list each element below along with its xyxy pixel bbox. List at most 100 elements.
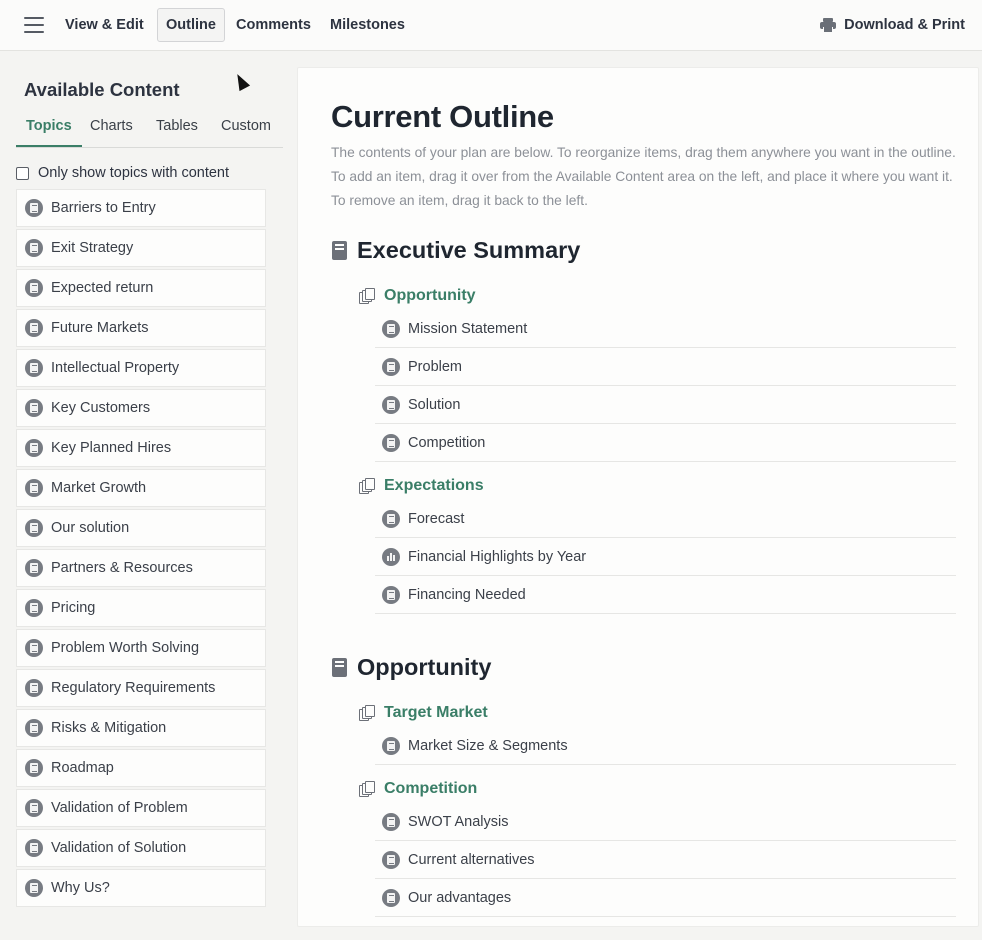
outline-item-label: Forecast bbox=[408, 510, 465, 527]
outline-item[interactable]: Mission Statement bbox=[375, 310, 956, 348]
topic-list: Barriers to Entry Exit Strategy Expected r… bbox=[16, 189, 266, 909]
subsection-title-label: Competition bbox=[384, 780, 478, 797]
outline-item[interactable]: Market Size & Segments bbox=[375, 727, 956, 765]
topic-label: Barriers to Entry bbox=[51, 200, 156, 216]
top-navigation-bar: View & Edit Outline Comments Milestones … bbox=[0, 0, 982, 51]
topic-item[interactable]: Future Markets bbox=[16, 309, 266, 347]
document-icon bbox=[25, 439, 43, 457]
outline-item[interactable]: SWOT Analysis bbox=[375, 803, 956, 841]
outline-section-title[interactable]: Executive Summary bbox=[332, 237, 580, 264]
outline-subsection-title[interactable]: Expectations bbox=[359, 477, 484, 495]
outline-item-label: Financial Highlights by Year bbox=[408, 548, 587, 565]
outline-item[interactable]: Financing Needed bbox=[375, 576, 956, 614]
document-icon bbox=[25, 639, 43, 657]
tab-outline[interactable]: Outline bbox=[157, 8, 225, 42]
topic-item[interactable]: Intellectual Property bbox=[16, 349, 266, 387]
topic-label: Key Planned Hires bbox=[51, 440, 172, 456]
topic-label: Our solution bbox=[51, 520, 130, 536]
outline-item-label: Our advantages bbox=[408, 889, 512, 906]
current-outline-card: Current Outline The contents of your pla… bbox=[297, 67, 979, 927]
outline-subsection-title[interactable]: Target Market bbox=[359, 704, 488, 722]
outline-subsection-title[interactable]: Competition bbox=[359, 780, 477, 798]
document-icon bbox=[25, 679, 43, 697]
topic-item[interactable]: Validation of Problem bbox=[16, 789, 266, 827]
book-icon bbox=[332, 658, 347, 677]
topic-item[interactable]: Expected return bbox=[16, 269, 266, 307]
tab-tables[interactable]: Tables bbox=[156, 118, 198, 147]
topic-item[interactable]: Risks & Mitigation bbox=[16, 709, 266, 747]
topic-item[interactable]: Key Planned Hires bbox=[16, 429, 266, 467]
only-with-content-checkbox[interactable] bbox=[16, 166, 29, 180]
topic-item[interactable]: Barriers to Entry bbox=[16, 189, 266, 227]
topic-item[interactable]: Problem Worth Solving bbox=[16, 629, 266, 667]
document-icon bbox=[382, 736, 400, 755]
outline-item[interactable]: Our advantages bbox=[375, 879, 956, 917]
download-print-button[interactable]: Download & Print bbox=[820, 8, 965, 42]
topic-label: Problem Worth Solving bbox=[51, 640, 200, 656]
tab-topics[interactable]: Topics bbox=[16, 118, 82, 147]
document-icon bbox=[25, 519, 43, 537]
content-type-tabs: Topics Charts Tables Custom bbox=[16, 114, 283, 148]
document-icon bbox=[382, 888, 400, 907]
topic-item[interactable]: Roadmap bbox=[16, 749, 266, 787]
tab-view-edit[interactable]: View & Edit bbox=[57, 8, 152, 42]
topic-item[interactable]: Market Growth bbox=[16, 469, 266, 507]
topic-item[interactable]: Exit Strategy bbox=[16, 229, 266, 267]
outline-item-label: Solution bbox=[408, 396, 461, 413]
topic-label: Partners & Resources bbox=[51, 560, 193, 576]
outline-section-title[interactable]: Opportunity bbox=[332, 654, 491, 681]
document-icon bbox=[25, 479, 43, 497]
outline-item[interactable]: Problem bbox=[375, 348, 956, 386]
topic-label: Exit Strategy bbox=[51, 240, 134, 256]
document-icon bbox=[25, 399, 43, 417]
document-icon bbox=[382, 395, 400, 414]
topic-item[interactable]: Pricing bbox=[16, 589, 266, 627]
outline-subsection-title[interactable]: Opportunity bbox=[359, 287, 476, 305]
section-title-label: Opportunity bbox=[357, 654, 492, 680]
topic-label: Expected return bbox=[51, 280, 154, 296]
outline-item-label: Current alternatives bbox=[408, 851, 535, 868]
available-content-panel: Available Content Topics Charts Tables C… bbox=[0, 52, 290, 940]
document-icon bbox=[25, 319, 43, 337]
outline-item[interactable]: Solution bbox=[375, 386, 956, 424]
menu-icon[interactable] bbox=[24, 17, 44, 33]
outline-item[interactable]: Forecast bbox=[375, 500, 956, 538]
only-with-content-filter[interactable]: Only show topics with content bbox=[16, 165, 229, 181]
outline-item[interactable]: Competition bbox=[375, 424, 956, 462]
document-icon bbox=[25, 359, 43, 377]
document-icon bbox=[382, 357, 400, 376]
printer-icon bbox=[820, 17, 837, 33]
available-content-title: Available Content bbox=[24, 79, 180, 100]
pages-icon bbox=[359, 478, 375, 494]
tab-charts[interactable]: Charts bbox=[90, 118, 133, 147]
topic-item[interactable]: Validation of Solution bbox=[16, 829, 266, 867]
topic-label: Validation of Solution bbox=[51, 840, 187, 856]
topic-label: Roadmap bbox=[51, 760, 114, 776]
tab-comments[interactable]: Comments bbox=[228, 8, 319, 42]
download-print-label: Download & Print bbox=[844, 17, 965, 33]
topic-item[interactable]: Key Customers bbox=[16, 389, 266, 427]
document-icon bbox=[25, 759, 43, 777]
document-icon bbox=[382, 850, 400, 869]
outline-item-label: Financing Needed bbox=[408, 586, 526, 603]
topic-item[interactable]: Why Us? bbox=[16, 869, 266, 907]
document-icon bbox=[25, 879, 43, 897]
tab-milestones[interactable]: Milestones bbox=[322, 8, 413, 42]
outline-item-label: Problem bbox=[408, 358, 462, 375]
document-icon bbox=[382, 509, 400, 528]
tab-custom[interactable]: Custom bbox=[221, 118, 271, 147]
outline-item[interactable]: Financial Highlights by Year bbox=[375, 538, 956, 576]
outline-item-label: Market Size & Segments bbox=[408, 737, 568, 754]
topic-item[interactable]: Regulatory Requirements bbox=[16, 669, 266, 707]
outline-description: The contents of your plan are below. To … bbox=[331, 145, 956, 208]
document-icon bbox=[382, 812, 400, 831]
page-title: Current Outline bbox=[331, 99, 554, 134]
topic-item[interactable]: Partners & Resources bbox=[16, 549, 266, 587]
filter-label: Only show topics with content bbox=[38, 165, 230, 181]
topic-label: Intellectual Property bbox=[51, 360, 180, 376]
outline-item[interactable]: Current alternatives bbox=[375, 841, 956, 879]
topic-label: Risks & Mitigation bbox=[51, 720, 167, 736]
topic-label: Future Markets bbox=[51, 320, 149, 336]
chart-icon bbox=[382, 547, 400, 566]
topic-item[interactable]: Our solution bbox=[16, 509, 266, 547]
